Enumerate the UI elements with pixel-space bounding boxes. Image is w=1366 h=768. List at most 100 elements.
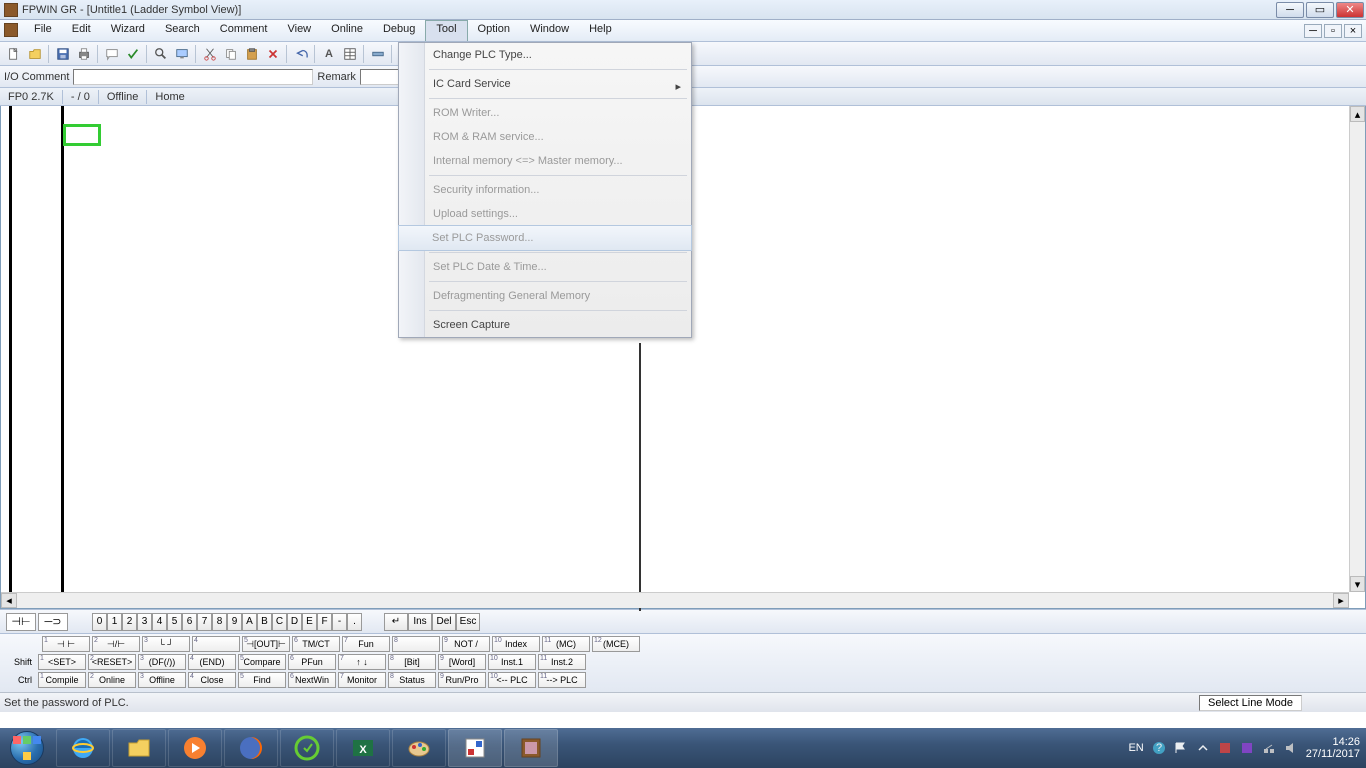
print-button[interactable] (74, 44, 94, 64)
fn-Ctrl-7[interactable]: Monitor7 (338, 672, 386, 688)
key-8[interactable]: 8 (212, 613, 227, 631)
fn-Ctrl-10[interactable]: <-- PLC10 (488, 672, 536, 688)
key-esc[interactable]: Esc (456, 613, 480, 631)
coil-symbol[interactable]: ─⊃ (38, 613, 68, 631)
menu-debug[interactable]: Debug (373, 20, 425, 41)
key-B[interactable]: B (257, 613, 272, 631)
volume-icon[interactable] (1284, 741, 1298, 755)
fn-Shift-3[interactable]: (DF(/))3 (138, 654, 186, 670)
table-button[interactable] (340, 44, 360, 64)
taskbar-excel[interactable]: X (336, 729, 390, 767)
fn-top-12[interactable]: (MCE)12 (592, 636, 640, 652)
key-del[interactable]: Del (432, 613, 456, 631)
fn-Ctrl-9[interactable]: Run/Pro9 (438, 672, 486, 688)
fn-Ctrl-6[interactable]: NextWin6 (288, 672, 336, 688)
start-button[interactable] (0, 728, 54, 768)
mdi-minimize-button[interactable]: ─ (1304, 24, 1322, 38)
copy-button[interactable] (221, 44, 241, 64)
key-1[interactable]: 1 (107, 613, 122, 631)
key-E[interactable]: E (302, 613, 317, 631)
fn-Shift-4[interactable]: (END)4 (188, 654, 236, 670)
cursor[interactable] (63, 124, 101, 146)
undo-button[interactable] (291, 44, 311, 64)
fn-top-6[interactable]: TM/CT6 (292, 636, 340, 652)
key-2[interactable]: 2 (122, 613, 137, 631)
key-7[interactable]: 7 (197, 613, 212, 631)
taskbar-app1[interactable] (280, 729, 334, 767)
tray-up-icon[interactable] (1196, 741, 1210, 755)
menu-help[interactable]: Help (579, 20, 622, 41)
menu-comment[interactable]: Comment (210, 20, 278, 41)
taskbar-explorer[interactable] (112, 729, 166, 767)
menu-online[interactable]: Online (321, 20, 373, 41)
menu-wizard[interactable]: Wizard (101, 20, 155, 41)
comment-button[interactable] (102, 44, 122, 64)
io-comment-input[interactable] (73, 69, 313, 85)
text-button[interactable]: A (319, 44, 339, 64)
taskbar-ie[interactable] (56, 729, 110, 767)
key-3[interactable]: 3 (137, 613, 152, 631)
tray-lang[interactable]: EN (1128, 742, 1143, 754)
taskbar-fpwin[interactable] (504, 729, 558, 767)
paste-button[interactable] (242, 44, 262, 64)
fn-Shift-11[interactable]: Inst.211 (538, 654, 586, 670)
key--[interactable]: - (332, 613, 347, 631)
tray-clock[interactable]: 14:26 27/11/2017 (1306, 736, 1360, 760)
menu-tool[interactable]: Tool (425, 20, 467, 41)
fn-top-11[interactable]: (MC)11 (542, 636, 590, 652)
fn-top-5[interactable]: ⊣[OUT]⊢5 (242, 636, 290, 652)
monitor-button[interactable] (172, 44, 192, 64)
taskbar-app2[interactable] (448, 729, 502, 767)
taskbar-paint[interactable] (392, 729, 446, 767)
tray-icon2[interactable] (1240, 741, 1254, 755)
cut-button[interactable] (200, 44, 220, 64)
menu-item-change-plc-type[interactable]: Change PLC Type... (399, 43, 691, 67)
horizontal-scrollbar[interactable]: ◂ ▸ (1, 592, 1349, 608)
fn-Ctrl-11[interactable]: --> PLC11 (538, 672, 586, 688)
fn-top-2[interactable]: ⊣/⊢2 (92, 636, 140, 652)
menu-view[interactable]: View (277, 20, 321, 41)
fn-Ctrl-8[interactable]: Status8 (388, 672, 436, 688)
contact-no-symbol[interactable]: ⊣⊢ (6, 613, 36, 631)
scroll-left-button[interactable]: ◂ (1, 593, 17, 608)
fn-top-7[interactable]: Fun7 (342, 636, 390, 652)
fn-Shift-2[interactable]: <RESET>2 (88, 654, 136, 670)
delete-button[interactable] (263, 44, 283, 64)
menu-option[interactable]: Option (468, 20, 520, 41)
fn-top-1[interactable]: ⊣ ⊢1 (42, 636, 90, 652)
check-button[interactable] (123, 44, 143, 64)
key-.[interactable]: . (347, 613, 362, 631)
new-button[interactable] (4, 44, 24, 64)
taskbar-firefox[interactable] (224, 729, 278, 767)
fn-Ctrl-2[interactable]: Online2 (88, 672, 136, 688)
menu-window[interactable]: Window (520, 20, 579, 41)
taskbar-mediaplayer[interactable] (168, 729, 222, 767)
network-icon[interactable] (1262, 741, 1276, 755)
key-5[interactable]: 5 (167, 613, 182, 631)
key-6[interactable]: 6 (182, 613, 197, 631)
fn-Shift-1[interactable]: <SET>1 (38, 654, 86, 670)
close-button[interactable]: ✕ (1336, 2, 1364, 18)
fn-Shift-7[interactable]: ↑ ↓7 (338, 654, 386, 670)
key-F[interactable]: F (317, 613, 332, 631)
key-C[interactable]: C (272, 613, 287, 631)
save-button[interactable] (53, 44, 73, 64)
fn-top-8[interactable]: 8 (392, 636, 440, 652)
open-button[interactable] (25, 44, 45, 64)
menu-item-screen-capture[interactable]: Screen Capture (399, 313, 691, 337)
key-D[interactable]: D (287, 613, 302, 631)
fn-top-9[interactable]: NOT /9 (442, 636, 490, 652)
tray-icon1[interactable] (1218, 741, 1232, 755)
find-button[interactable] (151, 44, 171, 64)
vertical-scrollbar[interactable]: ▴ ▾ (1349, 106, 1365, 592)
mdi-restore-button[interactable]: ▫ (1324, 24, 1342, 38)
menu-search[interactable]: Search (155, 20, 210, 41)
fn-top-3[interactable]: └ ┘3 (142, 636, 190, 652)
fn-Ctrl-4[interactable]: Close4 (188, 672, 236, 688)
scroll-up-button[interactable]: ▴ (1350, 106, 1365, 122)
key-ins[interactable]: Ins (408, 613, 432, 631)
fn-Shift-5[interactable]: Compare5 (238, 654, 286, 670)
fn-Shift-10[interactable]: Inst.110 (488, 654, 536, 670)
key-0[interactable]: 0 (92, 613, 107, 631)
mdi-close-button[interactable]: × (1344, 24, 1362, 38)
